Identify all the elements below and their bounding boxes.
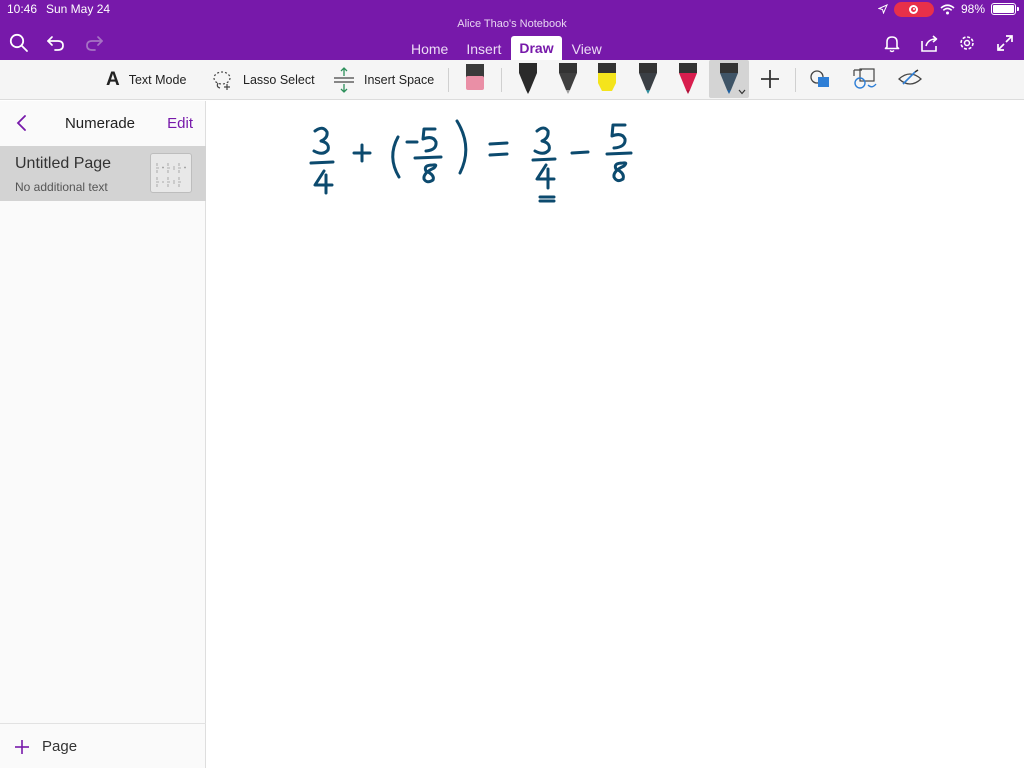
gray-pen-icon[interactable] [553,60,583,98]
screen-recording-indicator [893,1,934,17]
insert-space-icon [334,67,354,93]
toolbar-divider [501,68,502,92]
chevron-down-icon [738,89,746,95]
page-item-subtitle: No additional text [15,180,108,194]
lasso-select-button[interactable]: Lasso Select [212,67,315,93]
page-item-title: Untitled Page [15,155,112,172]
ink-replay-icon[interactable] [895,60,925,98]
tab-view[interactable]: View [564,38,610,60]
search-icon[interactable] [7,31,31,55]
yellow-highlighter-icon[interactable] [592,60,622,98]
blue-pen-icon[interactable] [709,60,749,98]
status-date: Sun May 24 [46,2,111,16]
teal-pen-icon[interactable] [633,60,663,98]
ink-to-shape-icon[interactable] [850,60,880,98]
sidebar-header: Numerade Edit [0,101,206,146]
status-time: 10:46 [7,2,38,16]
toolbar-divider [448,68,449,92]
page-list-item[interactable]: Untitled Page No additional text [0,146,206,201]
redo-icon[interactable] [82,31,106,55]
battery-percent: 98% [960,2,985,16]
plus-icon [15,739,29,754]
sidebar-footer: Page [0,723,206,768]
black-pen-icon[interactable] [513,60,543,98]
note-canvas[interactable] [207,101,1024,768]
insert-space-button[interactable]: Insert Space [333,67,434,93]
draw-toolbar: A Text Mode Lasso Select Insert Space [0,60,1024,100]
eraser-icon[interactable] [460,60,490,98]
toolbar-divider [795,68,796,92]
tab-insert[interactable]: Insert [458,38,509,60]
notebook-title: Alice Thao's Notebook [457,18,567,30]
lasso-icon [213,71,231,90]
undo-icon[interactable] [44,31,68,55]
ribbon-tabs: Home Insert Draw View [403,36,612,60]
add-page-label: Page [42,738,78,755]
fullscreen-icon[interactable] [993,31,1017,55]
battery-icon [991,3,1019,15]
bell-icon[interactable] [880,31,904,55]
edit-button[interactable]: Edit [167,115,193,132]
text-mode-label: Text Mode [128,73,187,87]
add-page-button[interactable]: Page [14,738,77,755]
gear-icon[interactable] [955,31,979,55]
record-icon [909,4,919,14]
text-mode-icon: A [106,69,120,90]
tab-draw[interactable]: Draw [511,36,562,60]
app-header: 10:46 Sun May 24 Alice Thao's Notebook 9… [0,0,1024,60]
battery-level [993,5,1014,13]
location-icon [877,4,888,14]
page-list-sidebar: Numerade Edit Untitled Page No additiona… [0,101,206,768]
lasso-select-label: Lasso Select [243,73,315,87]
ink-equation-drawing [309,119,633,203]
insert-space-label: Insert Space [364,73,435,87]
status-indicators: 98% [877,1,1019,17]
page-thumbnail [150,153,192,193]
red-pen-icon[interactable] [673,60,703,98]
tab-home[interactable]: Home [403,38,456,60]
text-mode-button[interactable]: A Text Mode [106,67,186,93]
share-icon[interactable] [917,31,941,55]
wifi-icon [940,3,955,14]
shapes-icon[interactable] [805,60,835,98]
add-pen-icon[interactable] [755,60,785,98]
